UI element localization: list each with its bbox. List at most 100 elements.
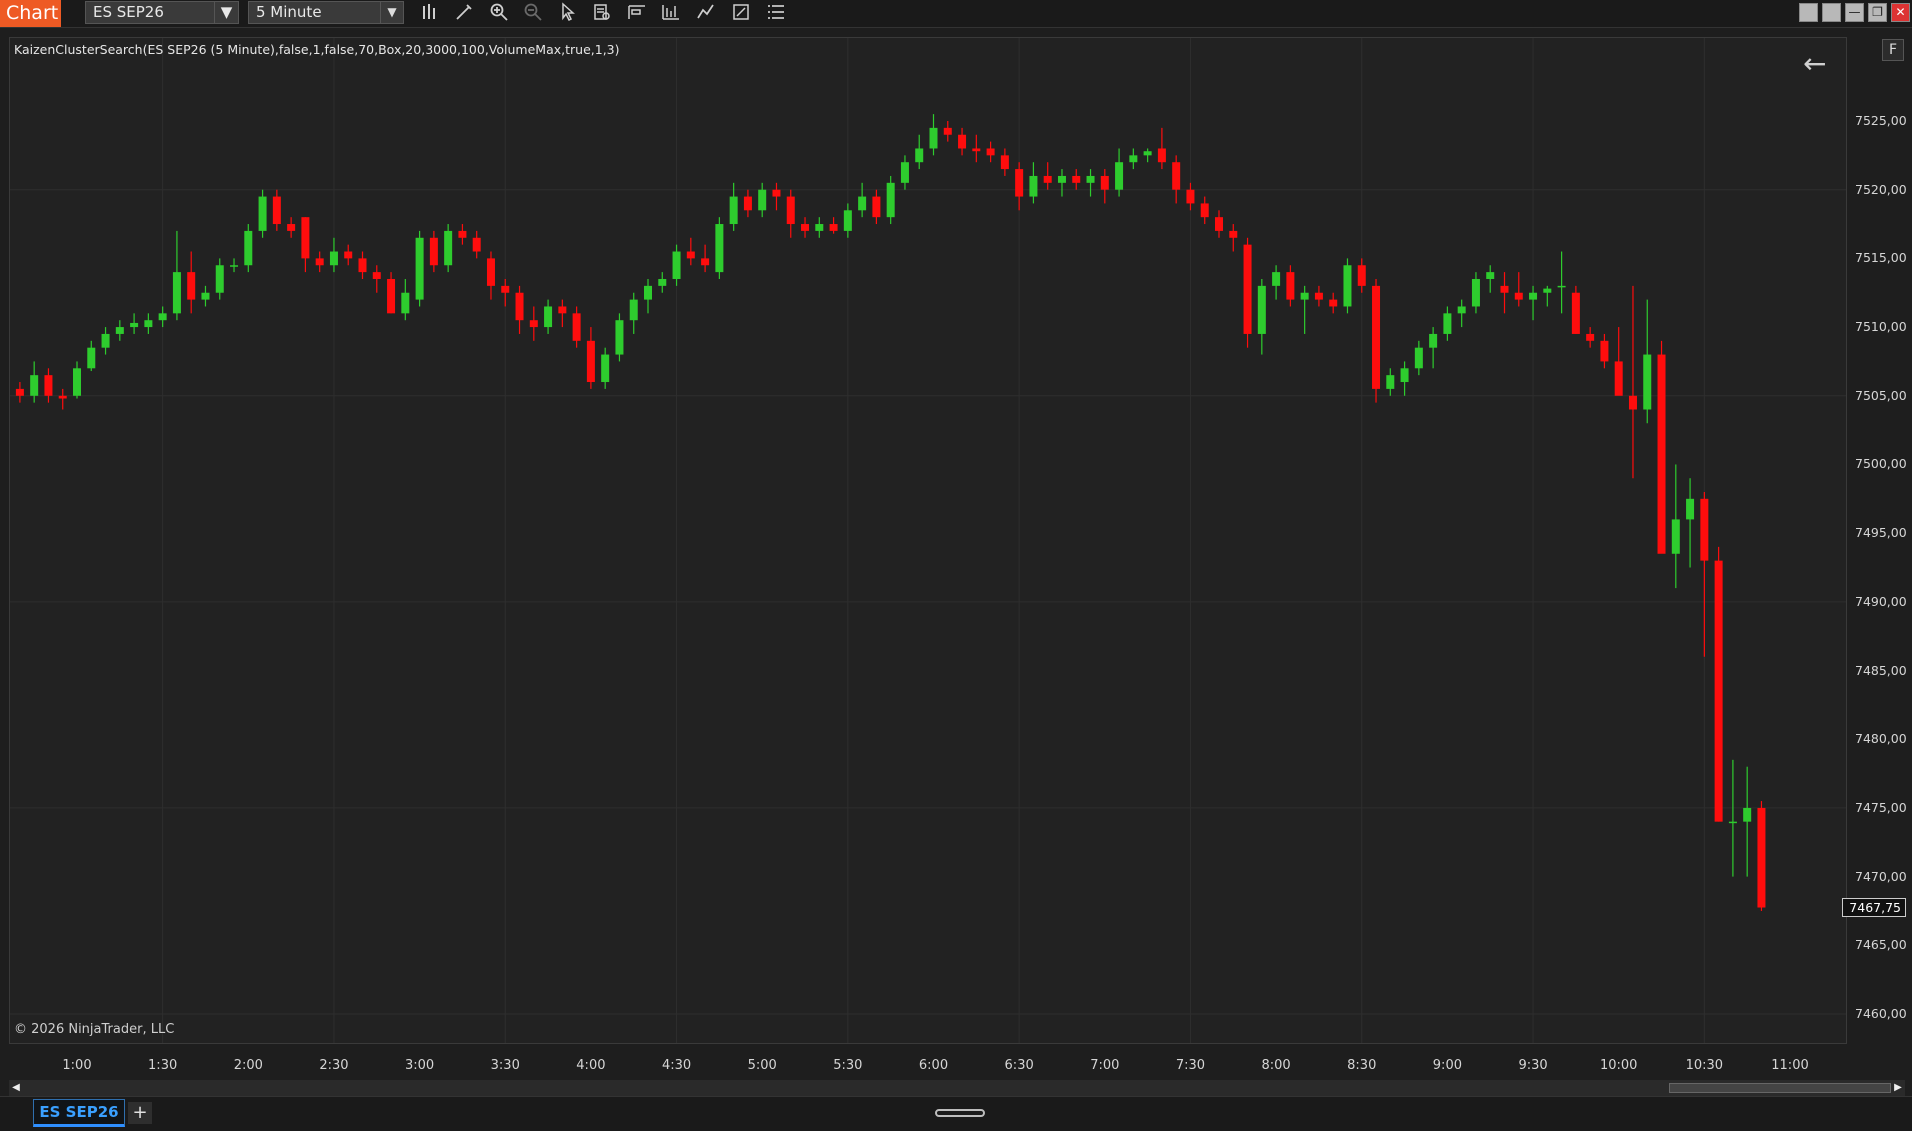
candle[interactable] — [1571, 285, 1580, 334]
candle[interactable] — [258, 189, 267, 238]
candle[interactable] — [644, 278, 652, 314]
candle[interactable] — [701, 244, 710, 273]
candle[interactable] — [387, 272, 396, 314]
candle[interactable] — [1329, 292, 1338, 314]
candle[interactable] — [115, 320, 124, 341]
tile-icon[interactable] — [1799, 3, 1818, 22]
scroll-left-icon[interactable]: ◀ — [9, 1080, 23, 1096]
candle[interactable] — [943, 121, 952, 142]
instrument-dropdown-button[interactable]: ▼ — [214, 1, 239, 24]
candle[interactable] — [1186, 182, 1195, 211]
scroll-thumb[interactable] — [1669, 1083, 1891, 1093]
candle[interactable] — [444, 224, 453, 273]
candle[interactable] — [1557, 251, 1566, 314]
bars-icon[interactable] — [418, 2, 442, 24]
list-icon[interactable] — [764, 2, 788, 24]
restore-icon[interactable]: ❐ — [1868, 3, 1887, 22]
candle[interactable] — [886, 175, 895, 225]
candle[interactable] — [101, 327, 110, 355]
candle[interactable] — [30, 361, 39, 403]
candle[interactable] — [1429, 327, 1438, 369]
candle[interactable] — [529, 306, 538, 341]
candle[interactable] — [658, 272, 667, 293]
candle[interactable] — [1257, 278, 1266, 355]
data-box-icon[interactable] — [590, 2, 614, 24]
candle[interactable] — [1600, 333, 1609, 369]
candle[interactable] — [1043, 162, 1052, 190]
tab-es-sep26[interactable]: ES SEP26 — [33, 1099, 125, 1127]
candle[interactable] — [686, 237, 695, 266]
candle[interactable] — [158, 306, 167, 328]
candle[interactable] — [1200, 196, 1209, 225]
candle[interactable] — [1157, 127, 1166, 170]
candle[interactable] — [1400, 361, 1409, 396]
candle[interactable] — [1457, 299, 1466, 328]
candle[interactable] — [415, 230, 424, 307]
candle[interactable] — [1100, 169, 1109, 204]
candle[interactable] — [929, 114, 938, 156]
candle[interactable] — [486, 251, 495, 300]
candle[interactable] — [829, 217, 838, 234]
candle[interactable] — [1700, 491, 1709, 657]
scroll-right-icon[interactable]: ▶ — [1891, 1080, 1905, 1096]
candle[interactable] — [1500, 272, 1509, 314]
candle[interactable] — [1057, 169, 1066, 197]
zoom-in-icon[interactable] — [487, 2, 511, 24]
candle[interactable] — [515, 285, 524, 334]
properties-icon[interactable] — [625, 2, 649, 24]
chart-title-tab[interactable]: Chart — [0, 0, 61, 27]
add-tab-button[interactable]: + — [128, 1102, 152, 1124]
candle[interactable] — [301, 217, 310, 273]
candle[interactable] — [1757, 801, 1766, 911]
candle[interactable] — [230, 258, 239, 273]
candle[interactable] — [1728, 759, 1737, 877]
candle[interactable] — [1743, 766, 1752, 877]
candle[interactable] — [1386, 368, 1395, 396]
candle[interactable] — [572, 306, 581, 348]
candle[interactable] — [472, 230, 481, 259]
candle[interactable] — [58, 388, 67, 410]
candle[interactable] — [1671, 464, 1680, 589]
candle[interactable] — [843, 203, 852, 238]
candle[interactable] — [144, 313, 153, 334]
candle[interactable] — [986, 141, 995, 163]
candle[interactable] — [1129, 148, 1138, 170]
horizontal-scrollbar[interactable]: ◀ ▶ — [9, 1080, 1905, 1096]
candle[interactable] — [1414, 340, 1423, 376]
chart-panel[interactable] — [9, 37, 1847, 1044]
candle[interactable] — [1586, 327, 1595, 348]
candle[interactable] — [772, 182, 781, 211]
candle[interactable] — [558, 299, 567, 328]
candle[interactable] — [1172, 155, 1181, 204]
candle[interactable] — [1643, 299, 1652, 424]
candle[interactable] — [1229, 224, 1238, 252]
candle[interactable] — [1529, 285, 1538, 321]
candle[interactable] — [544, 299, 553, 334]
candle[interactable] — [758, 182, 767, 218]
candle[interactable] — [329, 237, 338, 273]
candle[interactable] — [972, 134, 981, 163]
candle[interactable] — [87, 340, 96, 372]
candle[interactable] — [1443, 306, 1452, 341]
candle[interactable] — [629, 292, 638, 334]
candle[interactable] — [315, 251, 324, 273]
tile-alt-icon[interactable] — [1822, 3, 1841, 22]
candle[interactable] — [187, 251, 196, 314]
candle[interactable] — [287, 217, 296, 238]
resize-grip-icon[interactable] — [935, 1109, 985, 1117]
zoom-out-icon[interactable] — [521, 2, 545, 24]
candle[interactable] — [429, 230, 438, 273]
candle[interactable] — [401, 278, 410, 321]
candle[interactable] — [1272, 265, 1281, 300]
candle[interactable] — [215, 258, 224, 300]
candle[interactable] — [1543, 285, 1552, 307]
candle[interactable] — [1357, 258, 1366, 293]
candle[interactable] — [15, 382, 24, 403]
candle[interactable] — [201, 285, 210, 307]
snapshot-icon[interactable] — [729, 2, 753, 24]
candle[interactable] — [1072, 169, 1081, 190]
candle[interactable] — [130, 313, 139, 334]
candle[interactable] — [715, 217, 724, 279]
candle[interactable] — [1686, 478, 1695, 568]
pencil-icon[interactable] — [452, 2, 476, 24]
